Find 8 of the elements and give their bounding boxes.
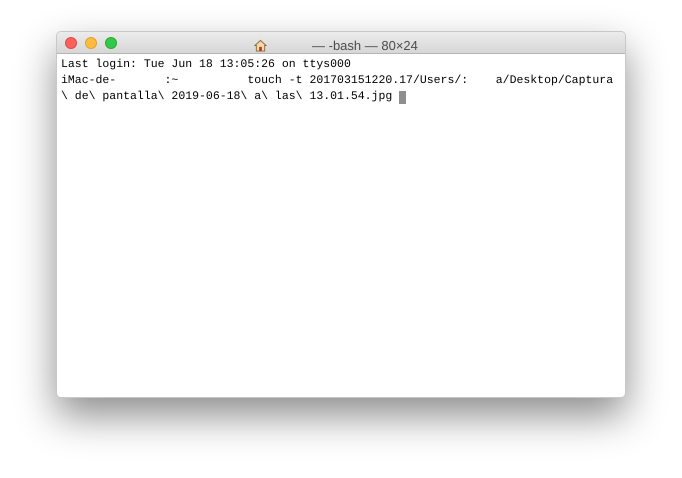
home-icon bbox=[254, 39, 267, 52]
minimize-button[interactable] bbox=[85, 36, 97, 48]
terminal-line: iMac-de- :~ touch -t 201703151220.17/Users/: a/Desktop/Captura bbox=[61, 73, 614, 89]
window-title: — -bash — 80×24 bbox=[312, 37, 418, 55]
terminal-line: \ de\ pantalla\ 2019-06-18\ a\ las\ 13.01.54.jpg bbox=[61, 89, 394, 105]
terminal-line: Last login: Tue Jun 18 13:05:26 on ttys000 bbox=[61, 57, 351, 73]
zoom-button[interactable] bbox=[105, 36, 117, 48]
close-button[interactable] bbox=[65, 36, 77, 48]
